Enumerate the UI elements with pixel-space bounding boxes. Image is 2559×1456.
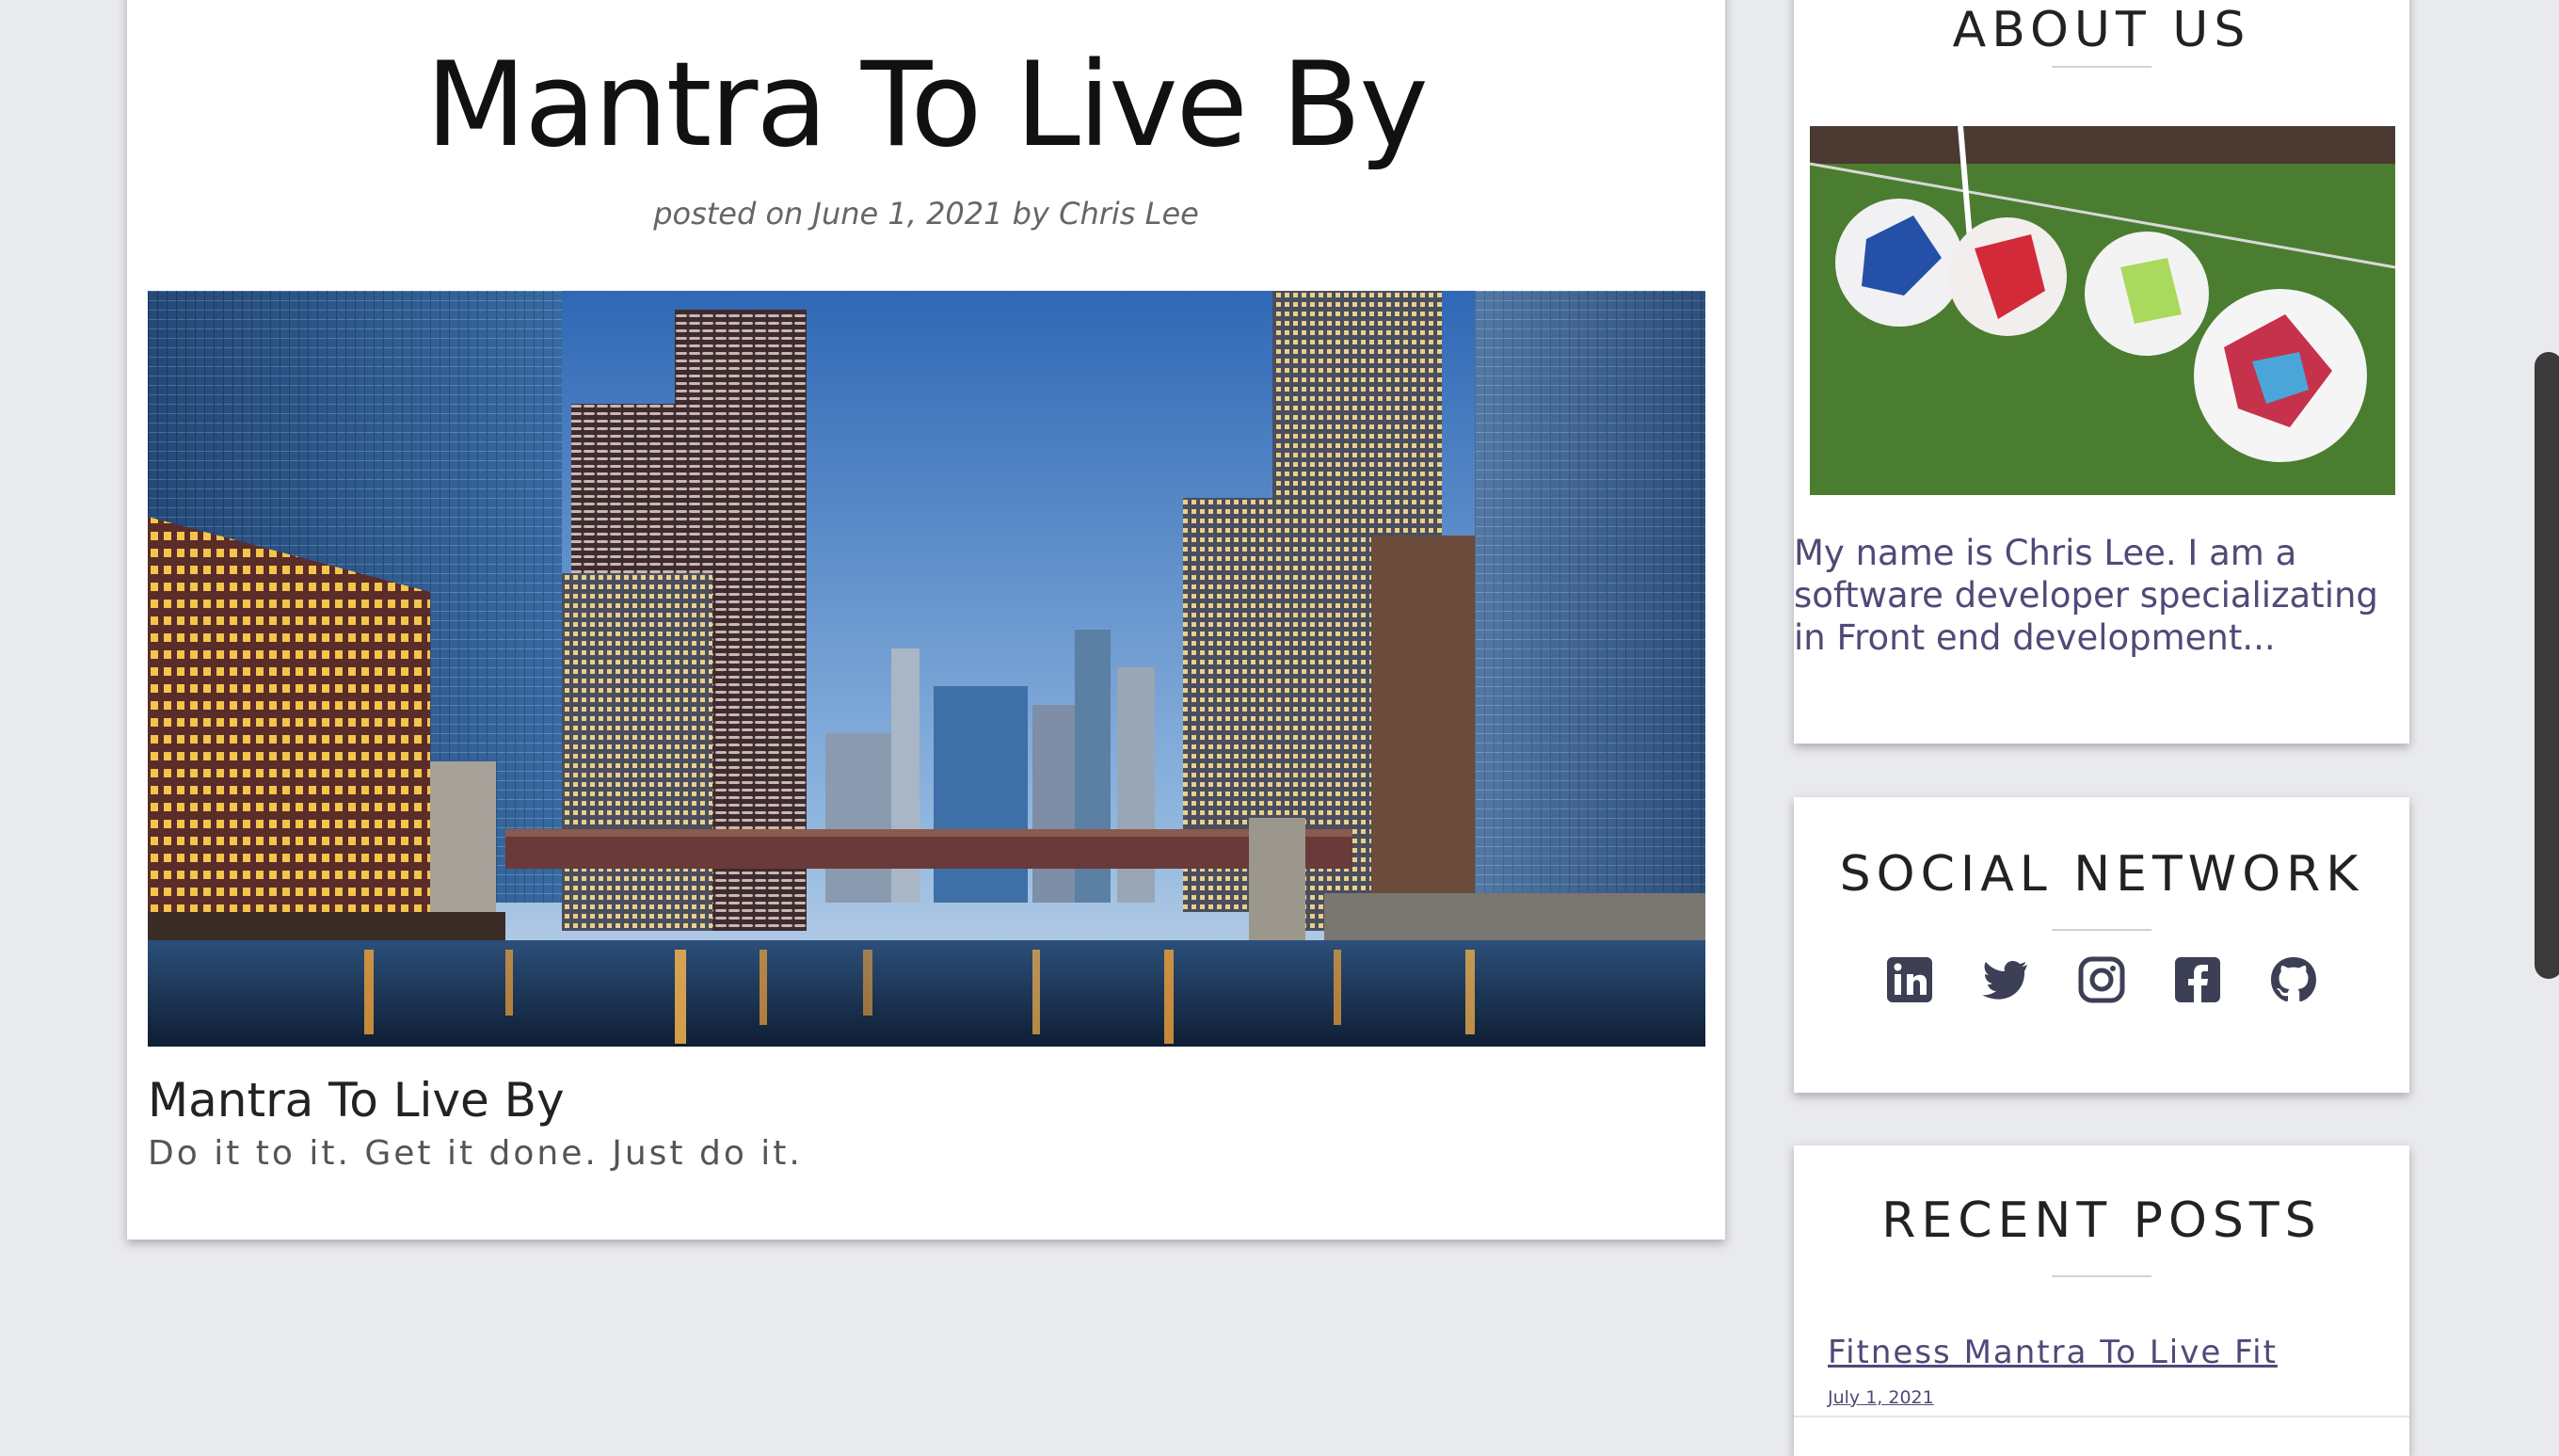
post-meta: posted on June 1, 2021 by Chris Lee — [653, 196, 1199, 232]
heading-divider — [2052, 929, 2151, 931]
social-network-card: SOCIAL NETWORK — [1794, 797, 2409, 1093]
github-icon[interactable] — [2269, 955, 2318, 1004]
post-title[interactable]: Mantra To Live By — [127, 36, 1725, 176]
recent-heading: RECENT POSTS — [1881, 1192, 2322, 1249]
caption-text: Do it to it. Get it done. Just do it. — [148, 1134, 803, 1173]
list-divider — [1794, 1416, 2409, 1417]
instagram-icon[interactable] — [2077, 955, 2126, 1004]
social-icons — [1794, 955, 2409, 1004]
facebook-icon[interactable] — [2173, 955, 2222, 1004]
featured-label: Featured — [127, 0, 1725, 9]
twitter-icon[interactable] — [1981, 955, 2030, 1004]
featured-post-card: Featured Mantra To Live By posted on Jun… — [127, 0, 1725, 1240]
about-text: My name is Chris Lee. I am a software de… — [1794, 533, 2378, 658]
about-us-card: ABOUT US My name is Chris Lee. I am a so… — [1794, 0, 2409, 744]
hero-image-city-river[interactable] — [148, 291, 1705, 1047]
about-photo-soccer-balls — [1810, 126, 2395, 495]
scrollbar-thumb[interactable] — [2535, 352, 2559, 979]
caption-title: Mantra To Live By — [148, 1073, 565, 1128]
recent-posts-card: RECENT POSTS Fitness Mantra To Live Fit … — [1794, 1145, 2409, 1456]
about-heading: ABOUT US — [1952, 2, 2251, 58]
recent-post-link[interactable]: Fitness Mantra To Live Fit — [1828, 1334, 2278, 1371]
social-heading: SOCIAL NETWORK — [1839, 846, 2364, 903]
heading-divider — [2052, 1275, 2151, 1277]
heading-divider — [2052, 66, 2151, 68]
linkedin-icon[interactable] — [1885, 955, 1934, 1004]
recent-post-date[interactable]: July 1, 2021 — [1828, 1387, 1934, 1408]
